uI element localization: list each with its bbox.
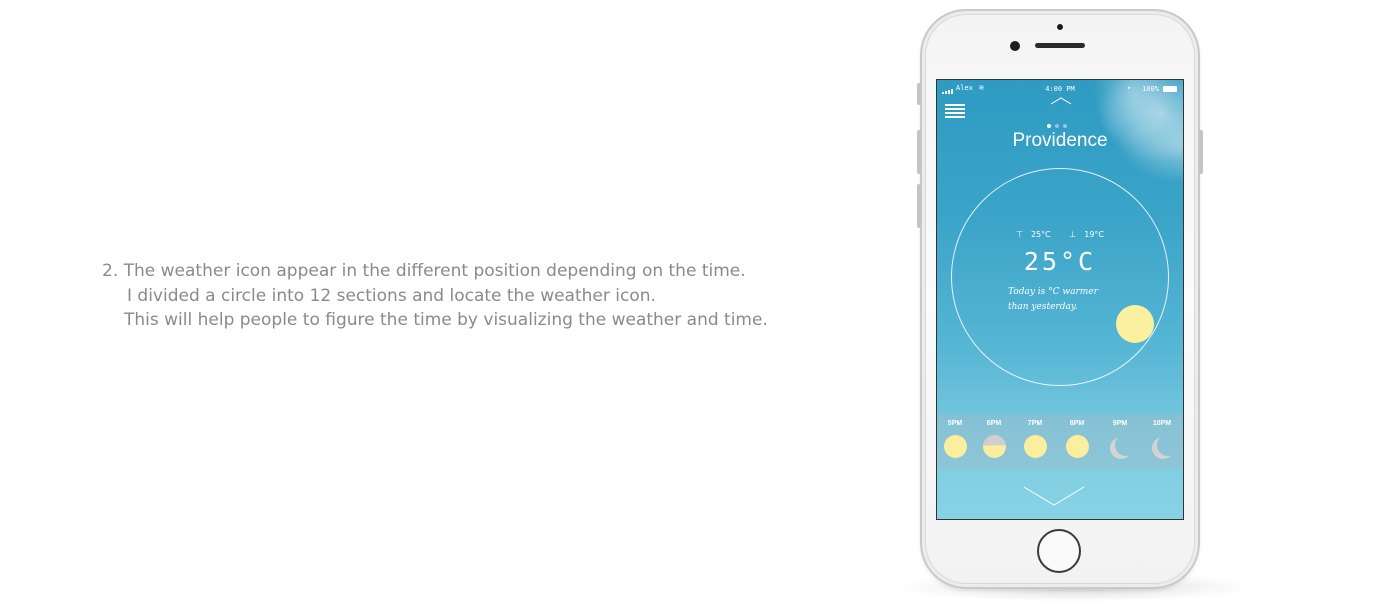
weather-app-screen: Alex ≋ 4:00 PM ➤ 100% Providence ⊤ 25°C ⊥… xyxy=(936,79,1184,520)
clock-ring xyxy=(951,168,1169,386)
mute-switch xyxy=(917,83,921,105)
hourly-item[interactable]: 10PM xyxy=(1144,414,1180,458)
home-button[interactable] xyxy=(1037,529,1081,573)
current-temperature: 25°C xyxy=(1023,247,1097,276)
hourly-item[interactable]: 6PM xyxy=(976,414,1012,458)
description-line-3: This will help people to figure the time… xyxy=(124,310,768,330)
hourly-item[interactable]: 7PM xyxy=(1017,414,1053,458)
high-temp-icon: ⊤ xyxy=(1015,230,1023,239)
hourly-item[interactable]: 9PM xyxy=(1102,414,1138,458)
sun-position-icon xyxy=(1116,305,1154,343)
hour-label: 6PM xyxy=(986,420,1002,427)
city-name: Providence xyxy=(1012,130,1108,151)
page-dot[interactable] xyxy=(1047,124,1051,128)
menu-icon[interactable] xyxy=(945,104,965,118)
low-temp-icon: ⊥ xyxy=(1069,230,1077,239)
moon-icon xyxy=(1109,435,1132,458)
page-dot[interactable] xyxy=(1063,124,1067,128)
sun-icon xyxy=(943,435,967,458)
battery-percentage: 100% xyxy=(1142,85,1159,93)
hourly-item[interactable]: 5PM xyxy=(937,414,973,458)
hour-label: 7PM xyxy=(1027,420,1043,427)
high-temp-label: ⊤ 25°C xyxy=(1012,230,1055,239)
power-button xyxy=(1199,130,1203,174)
comparison-note-line-1: Today is °C warmer xyxy=(1008,287,1098,297)
sun-icon xyxy=(1023,435,1047,458)
page-dot[interactable] xyxy=(1055,124,1059,128)
location-arrow-icon: ➤ xyxy=(1127,85,1131,92)
hour-label: 5PM xyxy=(947,420,963,427)
volume-up-button xyxy=(917,130,921,174)
description-text: 2. The weather icon appear in the differ… xyxy=(102,259,768,333)
comparison-note: Today is °C warmer than yesterday. xyxy=(1008,285,1128,315)
sun-icon xyxy=(1065,435,1089,458)
description-line-2: I divided a circle into 12 sections and … xyxy=(127,285,656,306)
chevron-down-icon[interactable] xyxy=(1022,485,1086,507)
high-low-temps: ⊤ 25°C ⊥ 19°C xyxy=(937,230,1183,239)
front-sensor-icon xyxy=(1010,41,1020,51)
low-temp-label: ⊥ 19°C xyxy=(1065,230,1108,239)
camera-icon xyxy=(1057,24,1063,30)
battery-icon xyxy=(1163,86,1177,92)
high-temp: 25°C xyxy=(1030,230,1051,239)
sunset-icon xyxy=(982,435,1006,458)
comparison-note-line-2: than yesterday. xyxy=(1008,302,1078,312)
chevron-up-icon[interactable] xyxy=(1050,97,1072,105)
moon-icon xyxy=(1151,435,1174,458)
volume-down-button xyxy=(917,184,921,228)
description-line-1: 2. The weather icon appear in the differ… xyxy=(102,261,746,281)
low-temp: 19°C xyxy=(1084,230,1104,239)
earpiece-speaker xyxy=(1035,43,1085,48)
hourly-forecast[interactable]: 5PM 6PM 7PM 8PM 9PM 10PM xyxy=(937,414,1183,469)
hourly-item[interactable]: 8PM xyxy=(1059,414,1095,458)
hour-label: 8PM xyxy=(1069,420,1085,427)
hour-label: 10PM xyxy=(1152,420,1172,427)
status-bar: Alex ≋ 4:00 PM ➤ 100% xyxy=(937,82,1183,96)
hour-label: 9PM xyxy=(1112,420,1128,427)
